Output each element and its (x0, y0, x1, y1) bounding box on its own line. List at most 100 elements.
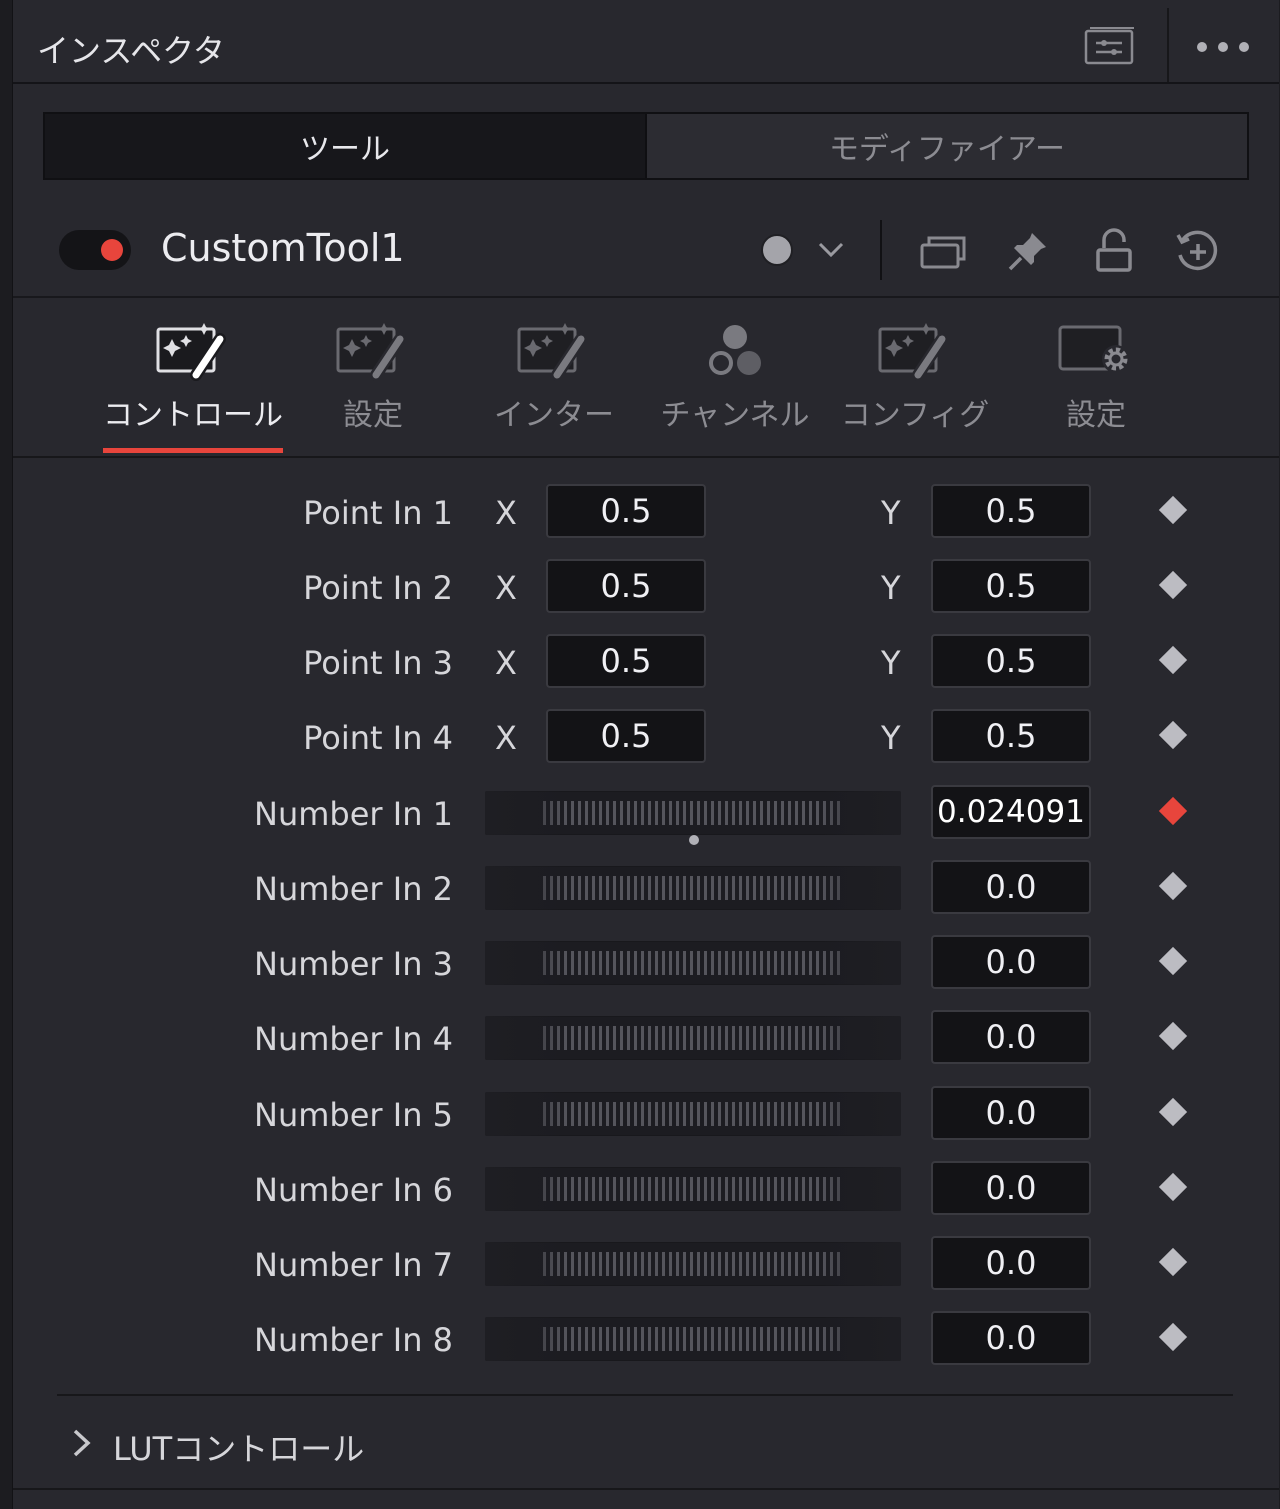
inspector-header: インスペクタ (13, 8, 1279, 84)
y-axis-label: Y (881, 719, 901, 757)
keyframe-diamond-icon[interactable] (1158, 570, 1188, 600)
point-label: Point In 3 (303, 644, 453, 682)
number-value-field[interactable]: 0.0 (931, 1086, 1091, 1140)
controls-content: Point In 1 X 0.5 Y 0.5 Point In 2 X 0.5 … (13, 458, 1279, 1509)
inspector-title: インスペクタ (37, 32, 225, 70)
number-value-field[interactable]: 0.0 (931, 1010, 1091, 1064)
point-x-field[interactable]: 0.5 (546, 484, 706, 538)
point-row: Point In 3 X 0.5 Y 0.5 (13, 632, 1279, 692)
color-circle-icon[interactable] (757, 230, 797, 270)
keyframe-diamond-icon[interactable] (1158, 871, 1188, 901)
subtab-label: コントロール (103, 398, 283, 433)
keyframe-diamond-icon[interactable] (1158, 1021, 1188, 1051)
subtab-label: インター (494, 398, 614, 433)
reset-icon[interactable] (1173, 228, 1221, 276)
y-axis-label: Y (881, 569, 901, 607)
tab-tools[interactable]: ツール (45, 114, 647, 178)
point-row: Point In 1 X 0.5 Y 0.5 (13, 482, 1279, 542)
point-x-field[interactable]: 0.5 (546, 634, 706, 688)
number-row: Number In 3 0.0 (13, 933, 1279, 993)
point-x-field[interactable]: 0.5 (546, 559, 706, 613)
number-label: Number In 7 (254, 1246, 453, 1284)
point-x-field[interactable]: 0.5 (546, 709, 706, 763)
keyframe-diamond-icon[interactable] (1158, 796, 1188, 826)
panel-bottom-edge (13, 1488, 1279, 1490)
keyframe-diamond-icon[interactable] (1158, 946, 1188, 976)
slider-fade (485, 941, 901, 985)
slider-default-marker (689, 835, 699, 845)
channels-icon (645, 318, 825, 384)
lut-controls-section[interactable]: LUTコントロール (71, 1424, 364, 1470)
subtab-controls[interactable]: コントロール (103, 318, 283, 434)
number-value-field[interactable]: 0.0 (931, 1236, 1091, 1290)
lut-controls-label: LUTコントロール (113, 1430, 365, 1468)
header-divider (1167, 8, 1169, 82)
chevron-down-icon[interactable] (813, 232, 849, 268)
keyframe-diamond-icon[interactable] (1158, 495, 1188, 525)
number-value-field[interactable]: 0.0 (931, 1161, 1091, 1215)
number-label: Number In 5 (254, 1096, 453, 1134)
subtab-inter[interactable]: インター (464, 318, 644, 434)
subtab-settings-2[interactable]: 設定 (1006, 318, 1186, 434)
lock-icon[interactable] (1091, 226, 1137, 276)
y-axis-label: Y (881, 494, 901, 532)
inspector-tabs: ツール モディファイアー (43, 112, 1249, 180)
magic-wand-icon (825, 318, 1005, 384)
control-subtabs: コントロール 設定 インター チャンネル コンフィグ 設定 (13, 298, 1279, 456)
slider-fade (485, 866, 901, 910)
point-y-field[interactable]: 0.5 (931, 709, 1091, 763)
keyframe-diamond-icon[interactable] (1158, 1247, 1188, 1277)
number-row: Number In 1 0.024091 (13, 783, 1279, 845)
number-value-field[interactable]: 0.0 (931, 935, 1091, 989)
keyframe-diamond-icon[interactable] (1158, 720, 1188, 750)
versions-icon[interactable] (917, 228, 969, 274)
point-label: Point In 4 (303, 719, 453, 757)
toggle-indicator (101, 239, 123, 261)
layout-options-icon[interactable] (1083, 24, 1137, 66)
keyframe-diamond-icon[interactable] (1158, 1322, 1188, 1352)
magic-wand-icon (103, 318, 283, 384)
subtab-settings[interactable]: 設定 (283, 318, 463, 434)
point-y-field[interactable]: 0.5 (931, 559, 1091, 613)
keyframe-diamond-icon[interactable] (1158, 1097, 1188, 1127)
number-value-field[interactable]: 0.0 (931, 1311, 1091, 1365)
point-y-field[interactable]: 0.5 (931, 634, 1091, 688)
active-subtab-underline (103, 448, 283, 453)
magic-wand-icon (464, 318, 644, 384)
number-value-field[interactable]: 0.024091 (931, 785, 1091, 839)
point-y-field[interactable]: 0.5 (931, 484, 1091, 538)
slider-fade (485, 1317, 901, 1361)
number-label: Number In 1 (254, 795, 453, 833)
point-label: Point In 1 (303, 494, 453, 532)
number-label: Number In 8 (254, 1321, 453, 1359)
slider-fade (485, 1016, 901, 1060)
number-label: Number In 4 (254, 1020, 453, 1058)
keyframe-diamond-icon[interactable] (1158, 645, 1188, 675)
number-row: Number In 6 0.0 (13, 1159, 1279, 1219)
y-axis-label: Y (881, 644, 901, 682)
number-row: Number In 2 0.0 (13, 858, 1279, 918)
keyframe-diamond-icon[interactable] (1158, 1172, 1188, 1202)
number-row: Number In 4 0.0 (13, 1008, 1279, 1068)
inspector-panel: インスペクタ ツール モディファイアー CustomTool1 コントロール 設… (12, 0, 1279, 1509)
number-row: Number In 5 0.0 (13, 1084, 1279, 1144)
slider-fade (485, 1092, 901, 1136)
tab-modifiers[interactable]: モディファイアー (647, 114, 1247, 178)
more-options-icon[interactable] (1193, 30, 1253, 64)
number-value-field[interactable]: 0.0 (931, 860, 1091, 914)
tool-name: CustomTool1 (161, 226, 405, 270)
point-row: Point In 4 X 0.5 Y 0.5 (13, 707, 1279, 767)
magic-wand-icon (283, 318, 463, 384)
x-axis-label: X (495, 569, 517, 607)
number-row: Number In 7 0.0 (13, 1234, 1279, 1294)
chevron-right-icon (71, 1428, 93, 1466)
number-row: Number In 8 0.0 (13, 1309, 1279, 1369)
x-axis-label: X (495, 644, 517, 682)
number-label: Number In 3 (254, 945, 453, 983)
subtab-channels[interactable]: チャンネル (645, 318, 825, 434)
subtab-label: 設定 (1066, 398, 1126, 433)
subtab-config[interactable]: コンフィグ (825, 318, 1005, 434)
tool-enable-toggle[interactable] (59, 230, 131, 270)
subtab-label: チャンネル (660, 398, 810, 433)
pin-icon[interactable] (1003, 226, 1053, 276)
